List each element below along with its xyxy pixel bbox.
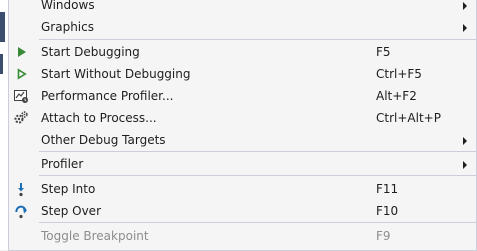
menu-item-performance-profiler[interactable]: Performance Profiler... Alt+F2 xyxy=(9,85,476,107)
menu-item-label: Profiler xyxy=(41,157,84,171)
menu-item-label: Toggle Breakpoint xyxy=(41,229,149,243)
menu-item-windows[interactable]: Windows xyxy=(9,0,476,16)
menu-item-start-without-debugging[interactable]: Start Without Debugging Ctrl+F5 xyxy=(9,63,476,85)
performance-profiler-icon xyxy=(13,88,29,104)
menu-item-label: Step Over xyxy=(41,204,101,218)
background-toolbar-edge-lower xyxy=(0,54,3,74)
background-toolbar-edge xyxy=(0,12,5,42)
menu-item-label: Windows xyxy=(41,0,95,12)
submenu-arrow-icon xyxy=(463,161,467,169)
menu-item-shortcut: F5 xyxy=(376,45,391,59)
menu-item-step-over[interactable]: Step Over F10 xyxy=(9,200,476,222)
menu-item-toggle-breakpoint[interactable]: Toggle Breakpoint F9 xyxy=(9,225,476,247)
attach-process-icon xyxy=(13,110,29,126)
menu-item-label: Graphics xyxy=(41,20,94,34)
menu-item-shortcut: Ctrl+Alt+P xyxy=(376,111,441,125)
menu-separator xyxy=(39,222,476,223)
menu-item-label: Other Debug Targets xyxy=(41,133,166,147)
debug-menu: Windows Graphics Start Debugging F5 Star… xyxy=(8,0,477,251)
menu-item-step-into[interactable]: Step Into F11 xyxy=(9,178,476,200)
menu-item-label: Start Without Debugging xyxy=(41,67,191,81)
menu-item-shortcut: F10 xyxy=(376,204,399,218)
menu-item-shortcut: F9 xyxy=(376,229,391,243)
menu-separator xyxy=(39,151,476,152)
menu-item-profiler[interactable]: Profiler xyxy=(9,153,476,175)
menu-item-label: Performance Profiler... xyxy=(41,89,174,103)
step-into-icon xyxy=(13,181,29,197)
menu-item-label: Start Debugging xyxy=(41,45,140,59)
menu-item-shortcut: F11 xyxy=(376,182,399,196)
menu-item-start-debugging[interactable]: Start Debugging F5 xyxy=(9,41,476,63)
submenu-arrow-icon xyxy=(463,24,467,32)
menu-item-attach-to-process[interactable]: Attach to Process... Ctrl+Alt+P xyxy=(9,107,476,129)
menu-separator xyxy=(39,175,476,176)
menu-separator xyxy=(39,39,476,40)
background-window xyxy=(0,0,8,250)
step-over-icon xyxy=(13,203,29,219)
submenu-arrow-icon xyxy=(463,2,467,10)
play-icon xyxy=(13,44,29,60)
menu-item-shortcut: Alt+F2 xyxy=(376,89,417,103)
submenu-arrow-icon xyxy=(463,137,467,145)
menu-item-label: Attach to Process... xyxy=(41,111,157,125)
play-outline-icon xyxy=(13,66,29,82)
menu-item-graphics[interactable]: Graphics xyxy=(9,16,476,38)
menu-item-other-debug-targets[interactable]: Other Debug Targets xyxy=(9,129,476,151)
menu-item-label: Step Into xyxy=(41,182,96,196)
menu-item-shortcut: Ctrl+F5 xyxy=(376,67,422,81)
